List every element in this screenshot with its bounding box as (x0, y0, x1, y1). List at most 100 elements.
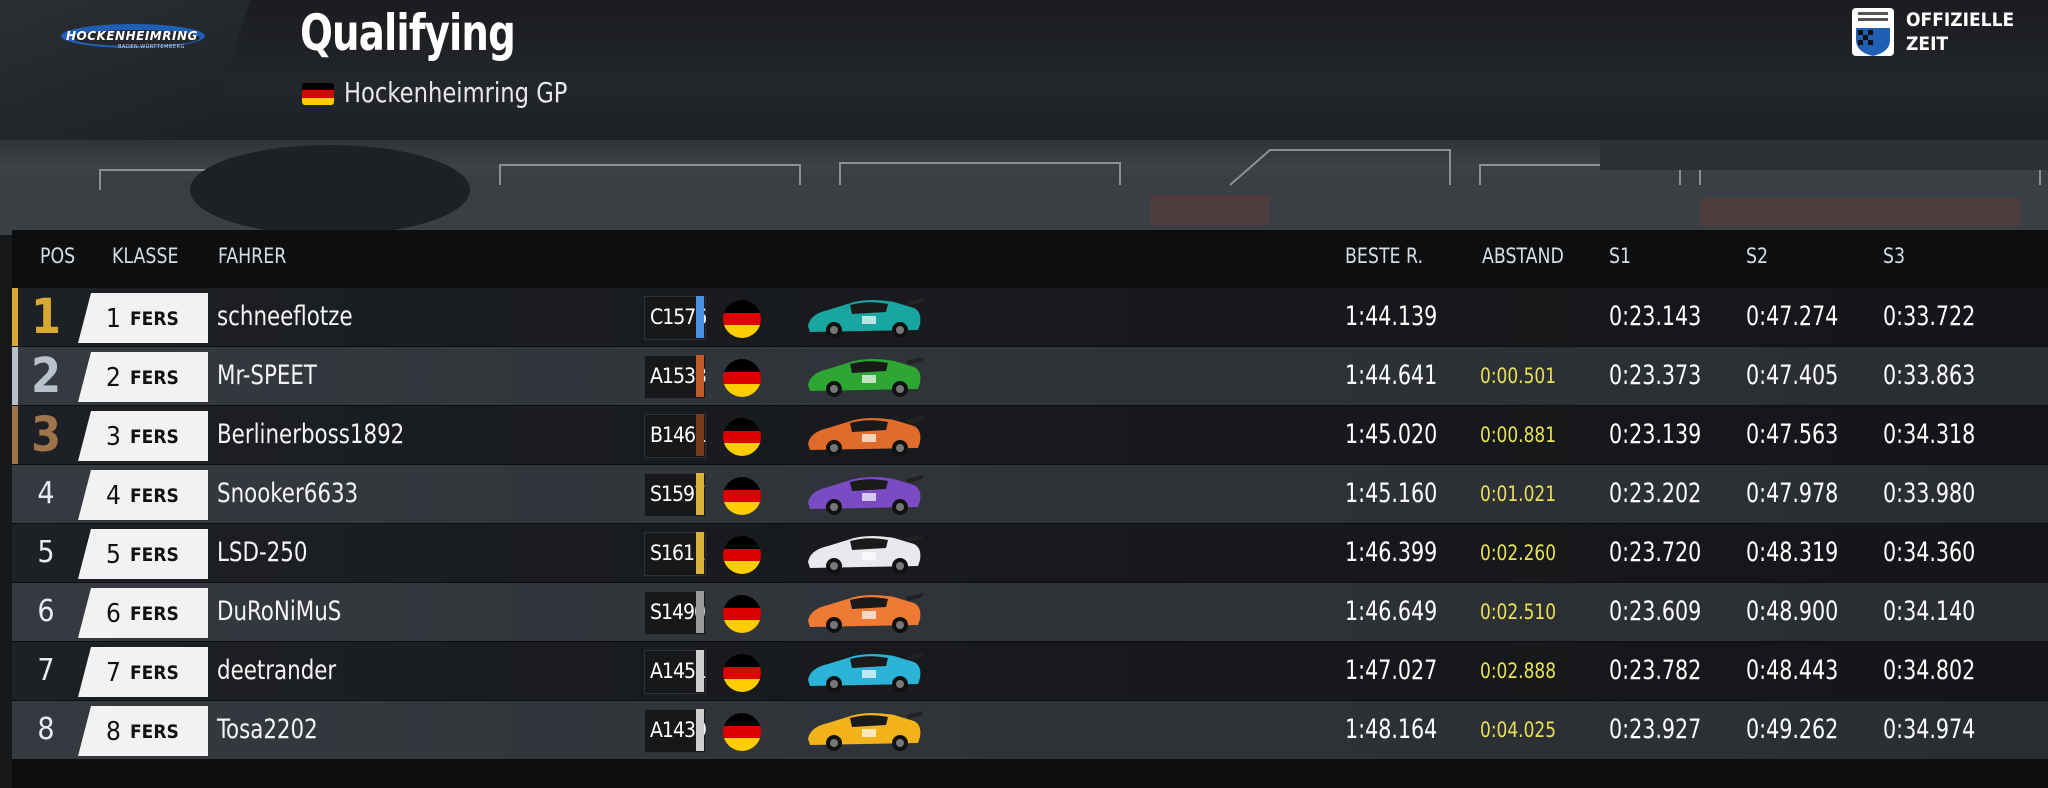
sector-3-time: 0:33.863 (1883, 360, 1976, 391)
table-row[interactable]: 1 1 FERS schneeflotze C1576 1:44.139 0:23.143 0… (12, 288, 2048, 346)
driver-name[interactable]: Snooker6633 (217, 465, 358, 523)
sector-1-time: 0:23.609 (1609, 596, 1702, 627)
sector-2-time: 0:48.319 (1746, 537, 1839, 568)
germany-flag-icon (723, 300, 761, 338)
col-s3: S3 (1883, 244, 1906, 268)
position-number: 4 (37, 476, 55, 511)
sector-3-time: 0:34.974 (1883, 714, 1976, 745)
class-position: 7 (106, 658, 121, 688)
license-color-bar (696, 296, 704, 338)
podium-strip (12, 406, 18, 464)
grandstand-graphic (0, 140, 2048, 235)
driver-name[interactable]: Tosa2202 (217, 701, 318, 759)
col-gap: ABSTAND (1482, 244, 1564, 268)
sector-1-time: 0:23.143 (1609, 301, 1702, 332)
best-lap-time: 1:45.160 (1345, 478, 1438, 509)
table-row[interactable]: 4 4 FERS Snooker6633 S1597 1:45.160 0:01.021 0:… (12, 465, 2048, 523)
germany-flag-icon (723, 713, 761, 751)
class-name: FERS (130, 603, 179, 625)
table-row[interactable]: 6 6 FERS DuRoNiMuS S1490 1:46.649 0:02.510 0:23… (12, 583, 2048, 641)
logo-panel (0, 0, 250, 140)
class-position: 8 (106, 717, 121, 747)
position-number: 8 (37, 712, 55, 747)
table-row[interactable]: 8 8 FERS Tosa2202 A1439 1:48.164 0:04.025 0:23.… (12, 701, 2048, 759)
gap-time: 0:00.501 (1480, 364, 1557, 388)
official-line-2: ZEIT (1906, 33, 1949, 55)
position-number: 1 (30, 289, 62, 345)
podium-strip (12, 288, 18, 346)
driver-name[interactable]: DuRoNiMuS (217, 583, 341, 641)
race-car-icon (802, 528, 926, 578)
class-position: 5 (106, 540, 121, 570)
logo-subtext: BADEN-WÜRTTEMBERG (118, 44, 185, 50)
germany-flag-icon (302, 83, 334, 105)
sector-1-time: 0:23.139 (1609, 419, 1702, 450)
table-row[interactable]: 2 2 FERS Mr-SPEET A1533 1:44.641 0:00.501 0:23.… (12, 347, 2048, 405)
driver-name[interactable]: Berlinerboss1892 (217, 406, 404, 464)
sector-3-time: 0:34.318 (1883, 419, 1976, 450)
race-car-icon (802, 410, 926, 460)
license-color-bar (696, 532, 704, 574)
license-color-bar (696, 414, 704, 456)
class-name: FERS (130, 721, 179, 743)
best-lap-time: 1:46.399 (1345, 537, 1438, 568)
sector-1-time: 0:23.373 (1609, 360, 1702, 391)
official-time-seal-icon (1852, 8, 1894, 56)
best-lap-time: 1:44.139 (1345, 301, 1438, 332)
germany-flag-icon (723, 654, 761, 692)
results-table: POS KLASSE FAHRER BESTE R. ABSTAND S1 S2… (12, 230, 2048, 788)
license-color-bar (696, 709, 704, 751)
position-number: 3 (30, 407, 62, 463)
best-lap-time: 1:45.020 (1345, 419, 1438, 450)
sector-3-time: 0:34.802 (1883, 655, 1976, 686)
class-name: FERS (130, 367, 179, 389)
sector-2-time: 0:47.405 (1746, 360, 1839, 391)
germany-flag-icon (723, 418, 761, 456)
germany-flag-icon (723, 359, 761, 397)
col-pos: POS (40, 244, 76, 268)
col-klasse: KLASSE (112, 244, 179, 268)
race-car-icon (802, 292, 926, 342)
position-number: 7 (37, 653, 55, 688)
sector-2-time: 0:48.443 (1746, 655, 1839, 686)
germany-flag-icon (723, 595, 761, 633)
germany-flag-icon (723, 536, 761, 574)
official-time-label: OFFIZIELLE ZEIT (1906, 8, 2036, 56)
race-car-icon (802, 469, 926, 519)
logo-text: HOCKENHEIMRING (66, 29, 198, 43)
class-name: FERS (130, 426, 179, 448)
table-row[interactable]: 5 5 FERS LSD-250 S1611 1:46.399 0:02.260 0:23.7… (12, 524, 2048, 582)
position-number: 6 (37, 594, 55, 629)
driver-name[interactable]: deetrander (217, 642, 336, 700)
col-fahrer: FAHRER (218, 244, 287, 268)
official-line-1: OFFIZIELLE (1906, 9, 2015, 31)
sector-2-time: 0:48.900 (1746, 596, 1839, 627)
gap-time: 0:02.510 (1480, 600, 1557, 624)
license-color-bar (696, 591, 704, 633)
license-color-bar (696, 650, 704, 692)
class-position: 4 (106, 481, 121, 511)
col-best: BESTE R. (1345, 244, 1423, 268)
race-car-icon (802, 587, 926, 637)
table-row[interactable]: 3 3 FERS Berlinerboss1892 B1461 1:45.020 0:00.… (12, 406, 2048, 464)
best-lap-time: 1:44.641 (1345, 360, 1438, 391)
sector-2-time: 0:49.262 (1746, 714, 1839, 745)
class-position: 1 (106, 304, 121, 334)
class-position: 2 (106, 363, 121, 393)
track-name: Hockenheimring GP (344, 76, 568, 109)
sector-1-time: 0:23.720 (1609, 537, 1702, 568)
class-position: 3 (106, 422, 121, 452)
class-name: FERS (130, 308, 179, 330)
driver-name[interactable]: Mr-SPEET (217, 347, 317, 405)
best-lap-time: 1:46.649 (1345, 596, 1438, 627)
sector-3-time: 0:34.140 (1883, 596, 1976, 627)
table-row[interactable]: 7 7 FERS deetrander A1451 1:47.027 0:02.888 0:2… (12, 642, 2048, 700)
driver-name[interactable]: schneeflotze (217, 288, 353, 346)
sector-1-time: 0:23.202 (1609, 478, 1702, 509)
gap-time: 0:04.025 (1480, 718, 1557, 742)
race-car-icon (802, 705, 926, 755)
position-number: 2 (30, 348, 62, 404)
gap-time: 0:02.888 (1480, 659, 1557, 683)
driver-name[interactable]: LSD-250 (217, 524, 307, 582)
sector-2-time: 0:47.563 (1746, 419, 1839, 450)
